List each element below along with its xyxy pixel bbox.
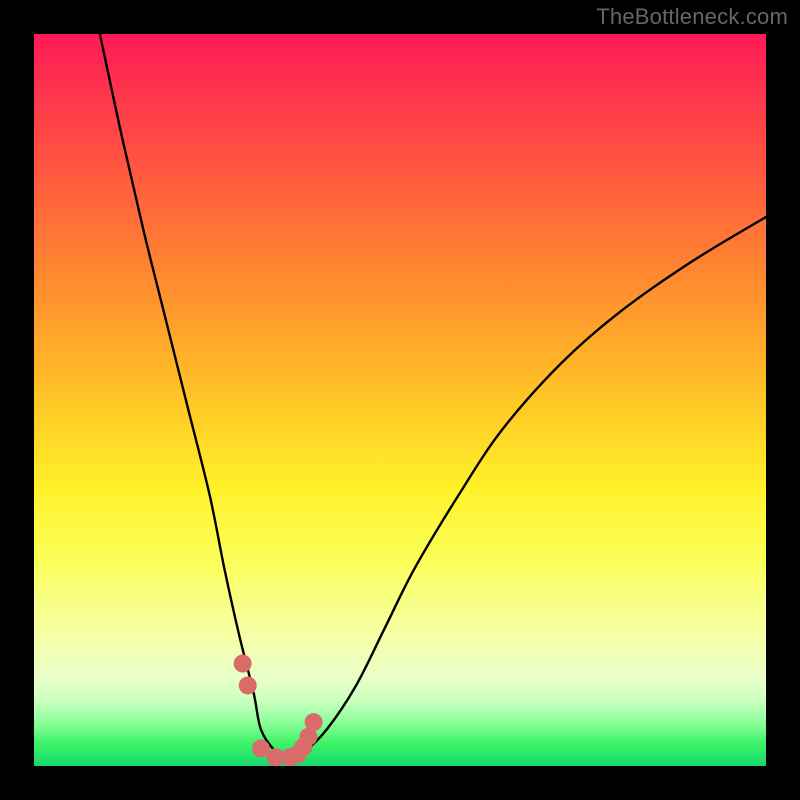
marker-point xyxy=(239,676,257,694)
curve-svg xyxy=(34,34,766,766)
watermark-text: TheBottleneck.com xyxy=(596,4,788,30)
bottleneck-curve xyxy=(100,34,766,759)
marker-point xyxy=(305,713,323,731)
plot-area xyxy=(34,34,766,766)
marker-group xyxy=(234,655,323,767)
chart-frame: TheBottleneck.com xyxy=(0,0,800,800)
marker-point xyxy=(234,655,252,673)
